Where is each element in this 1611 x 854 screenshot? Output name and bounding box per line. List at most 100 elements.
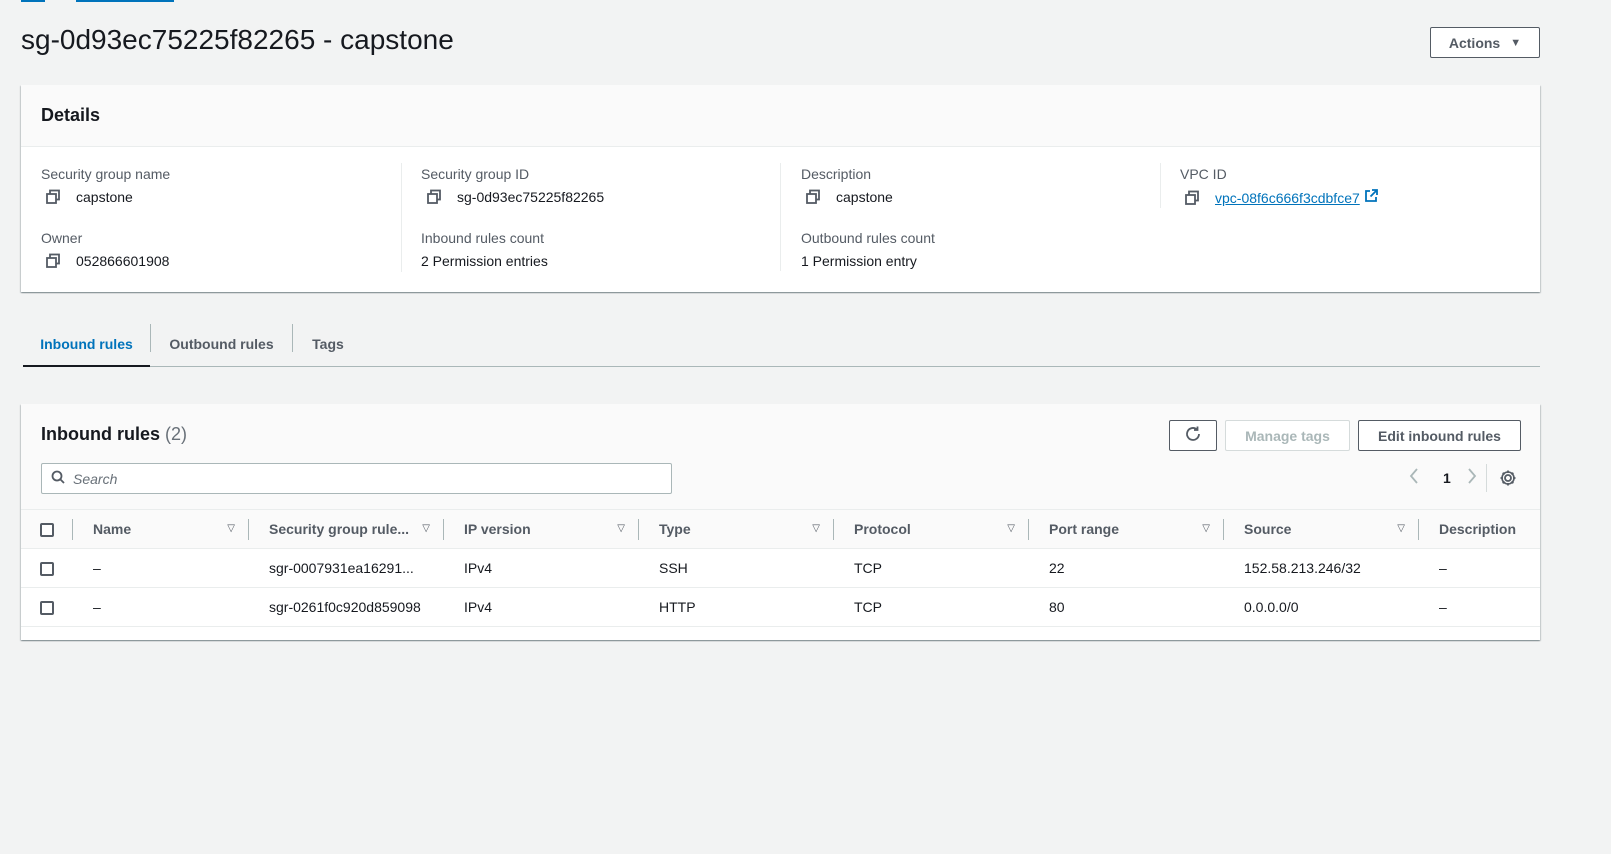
owner-text: 052866601908 [76,253,170,269]
col-name-label: Name [93,521,132,537]
col-type-label: Type [659,521,691,537]
sg-id-text: sg-0d93ec75225f82265 [457,189,605,205]
sg-name-value: capstone [45,189,133,205]
copy-icon[interactable] [805,189,821,205]
cell-name: – [73,548,249,588]
rules-title: Inbound rules (2) [41,424,187,445]
pager-divider [1486,464,1487,492]
inbound-count-label: Inbound rules count [421,230,544,246]
vpc-id-label: VPC ID [1180,166,1227,182]
settings-gear-icon[interactable] [1499,469,1517,490]
sort-icon[interactable]: ▽ [1202,523,1210,534]
tab-inbound-rules[interactable]: Inbound rules [23,322,150,367]
outbound-count-label: Outbound rules count [801,230,935,246]
sg-name-text: capstone [76,189,133,205]
pagination: 1 [1409,468,1477,487]
col-port-range-label: Port range [1049,521,1120,537]
external-link-icon[interactable] [1364,189,1378,206]
inbound-count-value: 2 Permission entries [421,253,548,269]
sort-icon[interactable]: ▽ [617,523,625,534]
description-label: Description [801,166,872,182]
outbound-count-value: 1 Permission entry [801,253,917,269]
owner-value: 052866601908 [45,253,169,269]
cell-source: 0.0.0.0/0 [1224,587,1419,627]
sort-icon[interactable]: ▽ [812,523,820,534]
row-select-cell [21,548,73,588]
edit-inbound-rules-button[interactable]: Edit inbound rules [1358,420,1521,451]
col-protocol-label: Protocol [854,521,911,537]
cell-rule-id: sgr-0007931ea16291... [249,548,444,588]
cell-port-range: 80 [1029,587,1224,627]
cell-protocol: TCP [834,587,1029,627]
sg-id-value: sg-0d93ec75225f82265 [426,189,604,205]
row-checkbox[interactable] [40,562,54,577]
row-select-cell [21,587,73,627]
search-input[interactable] [73,470,653,487]
page-title: sg-0d93ec75225f82265 - capstone [21,24,454,55]
description-text: capstone [836,189,893,205]
details-panel: Details Security group name capstone Sec… [21,85,1540,292]
caret-down-icon: ▼ [1510,36,1522,49]
col-protocol[interactable]: Protocol ▽ [834,509,1029,549]
rules-title-text: Inbound rules [41,424,160,444]
copy-icon[interactable] [1184,190,1200,206]
rules-table: Name ▽ Security group rule... ▽ IP versi… [21,509,1540,627]
col-name[interactable]: Name ▽ [73,509,249,549]
col-type[interactable]: Type ▽ [639,509,834,549]
sort-icon[interactable]: ▽ [227,523,235,534]
cell-name: – [73,587,249,627]
copy-icon[interactable] [45,189,61,205]
breadcrumb-link-1[interactable] [21,0,45,2]
col-source[interactable]: Source ▽ [1224,509,1419,549]
tab-tags[interactable]: Tags [293,322,363,366]
sort-icon[interactable]: ▽ [1397,523,1405,534]
col-ip-version[interactable]: IP version ▽ [444,509,639,549]
column-divider [780,163,781,271]
cell-type: HTTP [639,587,834,627]
actions-button[interactable]: Actions ▼ [1430,27,1540,58]
col-port-range[interactable]: Port range ▽ [1029,509,1224,549]
search-box [41,463,672,494]
cell-port-range: 22 [1029,548,1224,588]
cell-description: – [1419,587,1540,627]
vpc-id-link[interactable]: vpc-08f6c666f3cdbfce7 [1215,190,1360,206]
table-row[interactable]: – sgr-0007931ea16291... IPv4 SSH TCP 22 … [21,548,1540,588]
sort-icon[interactable]: ▽ [1007,523,1015,534]
sg-name-label: Security group name [41,166,171,182]
column-divider [401,227,402,272]
col-rule-id[interactable]: Security group rule... ▽ [249,509,444,549]
refresh-button[interactable] [1169,420,1217,451]
col-source-label: Source [1244,521,1292,537]
refresh-icon [1184,425,1202,446]
next-page-icon[interactable] [1467,468,1477,487]
copy-icon[interactable] [426,189,442,205]
actions-label: Actions [1448,34,1501,51]
breadcrumb-link-2[interactable] [76,0,174,2]
rules-count: (2) [165,424,188,444]
tab-outbound-rules[interactable]: Outbound rules [151,322,292,366]
owner-label: Owner [41,230,83,246]
col-rule-id-label: Security group rule... [269,521,410,537]
table-header-row: Name ▽ Security group rule... ▽ IP versi… [21,509,1540,549]
manage-tags-button[interactable]: Manage tags [1225,420,1350,451]
table-row[interactable]: – sgr-0261f0c920d859098 IPv4 HTTP TCP 80… [21,587,1540,627]
copy-icon[interactable] [45,253,61,269]
sort-icon[interactable]: ▽ [422,523,430,534]
page-number[interactable]: 1 [1443,470,1451,486]
details-header: Details [21,85,1540,147]
row-checkbox[interactable] [40,601,54,616]
select-all-cell [21,509,73,549]
col-description-label: Description [1439,521,1517,537]
prev-page-icon[interactable] [1409,468,1425,487]
sg-id-label: Security group ID [421,166,530,182]
select-all-checkbox[interactable] [40,523,54,538]
cell-type: SSH [639,548,834,588]
search-icon [51,470,65,487]
inbound-rules-panel: Inbound rules (2) Manage tags Edit inbou… [21,404,1540,640]
col-description[interactable]: Description [1419,509,1540,549]
col-ip-version-label: IP version [464,521,531,537]
tab-bar: Inbound rules Outbound rules Tags [23,322,1540,367]
cell-ip-version: IPv4 [444,587,639,627]
cell-rule-id: sgr-0261f0c920d859098 [249,587,444,627]
cell-description: – [1419,548,1540,588]
